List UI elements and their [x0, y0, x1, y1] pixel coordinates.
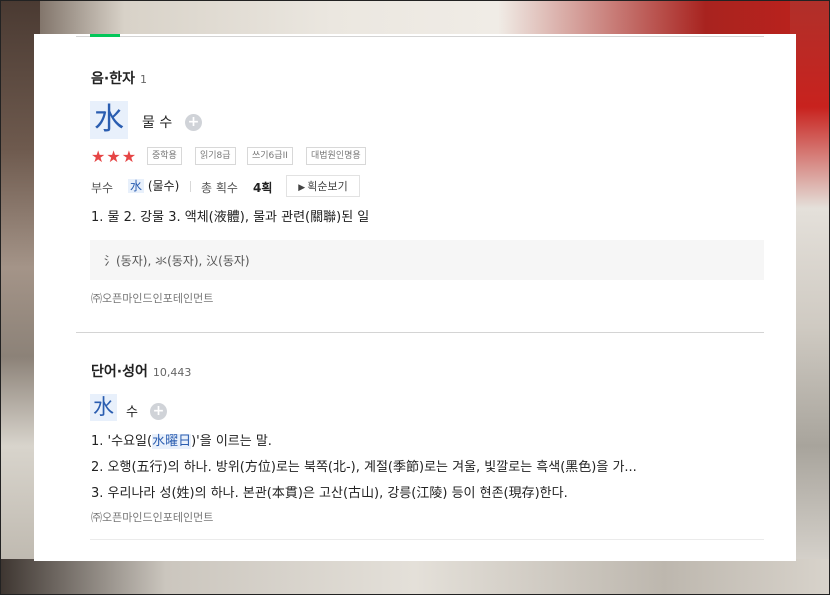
dictionary-panel: 음·한자 1 水 물 수 + ★★★ 중학용 읽기8급 쓰기6급II 대법원인명용…	[34, 34, 796, 561]
definition-text-after: )'을 이르는 말.	[191, 434, 272, 449]
stroke-order-label: 획순보기	[307, 180, 348, 193]
background-right	[790, 0, 830, 595]
tag-name-use: 대법원인명용	[306, 147, 366, 165]
hanja-section-title: 음·한자 1	[91, 68, 147, 88]
hanja-character[interactable]: 水	[90, 101, 128, 139]
section-divider	[76, 332, 764, 333]
add-wordbook-plus-icon[interactable]: +	[185, 114, 202, 131]
word-reading: 수	[126, 405, 138, 420]
variant-characters[interactable]: 氵(동자), 氺(동자), 㲼(동자)	[104, 252, 250, 269]
importance-stars: ★★★	[91, 147, 138, 166]
word-source: ㈜오픈마인드인포테인먼트	[91, 511, 214, 524]
hanja-section-title-text: 음·한자	[91, 71, 135, 87]
hanja-source: ㈜오픈마인드인포테인먼트	[91, 292, 214, 305]
active-tab-indicator	[90, 34, 120, 37]
play-triangle-icon: ▶	[298, 183, 306, 193]
background-bottom	[0, 559, 830, 595]
definition-highlight: 水曜日	[152, 434, 192, 449]
definition-text: 2. 오행(五行)의 하나. 방위(方位)로는 북쪽(北-), 계절(季節)로는…	[91, 460, 637, 475]
radical-value[interactable]: 水 (물수)	[128, 177, 179, 194]
definition-text: 3. 우리나라 성(姓)의 하나. 본관(本貫)은 고산(古山), 강릉(江陵)…	[91, 486, 568, 501]
radical-text: (물수)	[144, 179, 180, 193]
radical-hanja: 水	[128, 179, 145, 193]
hanja-reading: 물 수	[142, 115, 173, 131]
strokes-label: 총 획수	[201, 181, 238, 195]
variants-box: 氵(동자), 氺(동자), 㲼(동자)	[90, 240, 764, 280]
top-divider	[76, 36, 764, 37]
word-divider	[90, 539, 764, 540]
hanja-meaning: 1. 물 2. 강물 3. 액체(液體), 물과 관련(關聯)된 일	[91, 210, 370, 225]
tag-middle-school: 중학용	[147, 147, 182, 165]
word-definition-3: 3. 우리나라 성(姓)의 하나. 본관(本貫)은 고산(古山), 강릉(江陵)…	[91, 482, 568, 501]
word-hanja[interactable]: 水	[90, 394, 117, 421]
background-top	[0, 0, 830, 36]
tag-writing-level: 쓰기6급II	[247, 147, 293, 165]
word-section-count: 10,443	[152, 366, 192, 379]
add-word-plus-icon[interactable]: +	[150, 403, 167, 420]
word-section-title-text: 단어·성어	[91, 364, 148, 380]
word-definition-1: 1. '수요일(水曜日)'을 이르는 말.	[91, 430, 272, 449]
word-section-title: 단어·성어 10,443	[91, 361, 191, 381]
radical-label: 부수	[91, 181, 114, 195]
stroke-order-button[interactable]: ▶ 획순보기	[286, 175, 360, 197]
strokes-value: 4획	[253, 181, 273, 195]
meta-separator	[190, 181, 191, 192]
definition-text: 1. '수요일(	[91, 434, 153, 449]
tag-reading-level: 읽기8급	[195, 147, 236, 165]
hanja-section-count: 1	[139, 73, 147, 86]
word-definition-2: 2. 오행(五行)의 하나. 방위(方位)로는 북쪽(北-), 계절(季節)로는…	[91, 456, 637, 475]
